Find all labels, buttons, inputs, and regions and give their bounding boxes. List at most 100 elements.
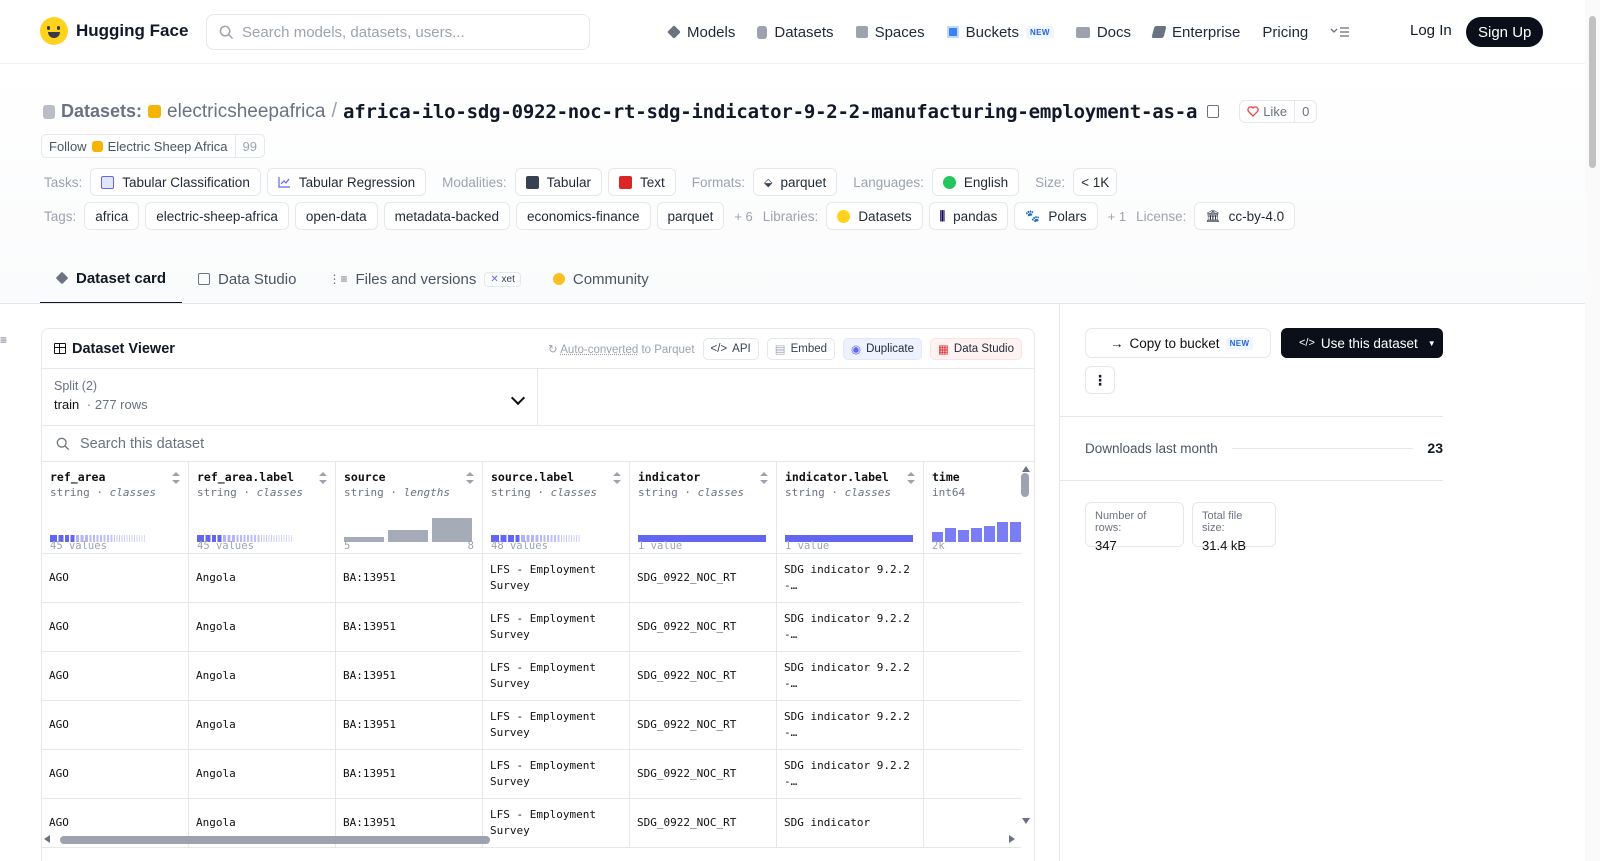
table-cell[interactable]: LFS - Employment Survey bbox=[483, 554, 629, 603]
nav-enterprise[interactable]: Enterprise bbox=[1151, 18, 1240, 46]
column-header[interactable]: indicator string · classes 1 value bbox=[630, 462, 776, 554]
table-cell[interactable]: AGO bbox=[42, 554, 188, 603]
library-chip[interactable]: ⫼ pandas bbox=[928, 202, 1009, 230]
table-cell[interactable]: Angola bbox=[189, 750, 335, 799]
column-header[interactable]: ref_area string · classes 45 values bbox=[42, 462, 188, 554]
more-options-button[interactable]: ⋮ bbox=[1085, 366, 1115, 394]
task-chip[interactable]: Tabular Regression bbox=[266, 168, 427, 196]
follow-button[interactable]: Follow Electric Sheep Africa 99 bbox=[41, 134, 265, 158]
sort-icon[interactable] bbox=[319, 472, 327, 484]
table-cell[interactable]: Angola bbox=[189, 554, 335, 603]
auto-converted-link[interactable]: Auto-converted bbox=[560, 344, 638, 356]
modality-chip[interactable]: Text bbox=[607, 168, 676, 196]
use-this-dataset-button[interactable]: </> Use this dataset ▼ bbox=[1281, 328, 1443, 358]
table-cell[interactable]: SDG indicator bbox=[777, 799, 923, 848]
nav-more-menu[interactable] bbox=[1330, 18, 1350, 46]
table-cell[interactable]: Angola bbox=[189, 652, 335, 701]
nav-models[interactable]: Models bbox=[667, 18, 735, 46]
nav-spaces[interactable]: Spaces bbox=[855, 18, 925, 46]
library-chip[interactable]: 🐾 Polars bbox=[1014, 202, 1098, 230]
nav-buckets[interactable]: Buckets NEW bbox=[946, 18, 1054, 46]
libraries-more[interactable]: + 1 bbox=[1108, 209, 1126, 224]
table-cell[interactable] bbox=[924, 750, 1021, 799]
table-cell[interactable]: AGO bbox=[42, 652, 188, 701]
table-cell[interactable]: AGO bbox=[42, 701, 188, 750]
nav-docs[interactable]: Docs bbox=[1075, 18, 1131, 46]
sort-icon[interactable] bbox=[172, 472, 180, 484]
table-cell[interactable]: SDG_0922_NOC_RT bbox=[630, 652, 776, 701]
dataset-name[interactable]: africa-ilo-sdg-0922-noc-rt-sdg-indicator… bbox=[343, 101, 1197, 123]
grid-horizontal-scrollbar-thumb[interactable] bbox=[60, 836, 490, 844]
nav-pricing[interactable]: Pricing bbox=[1262, 18, 1308, 46]
table-cell[interactable]: BA:13951 bbox=[336, 554, 482, 603]
table-cell[interactable]: SDG_0922_NOC_RT bbox=[630, 603, 776, 652]
tab-files-and-versions[interactable]: ⋮≡ Files and versions ✕ xet bbox=[312, 254, 536, 304]
tag-chip[interactable]: metadata-backed bbox=[383, 202, 510, 230]
scroll-down-arrow-icon[interactable] bbox=[1022, 818, 1030, 824]
modality-chip[interactable]: Tabular bbox=[514, 168, 602, 196]
signup-button[interactable]: Sign Up bbox=[1466, 17, 1544, 47]
table-cell[interactable]: SDG indicator 9.2.2 -… bbox=[777, 603, 923, 652]
duplicate-button[interactable]: ◉ Duplicate bbox=[843, 337, 923, 360]
table-cell[interactable] bbox=[924, 701, 1021, 750]
dataset-search-input[interactable] bbox=[80, 435, 580, 452]
table-cell[interactable]: SDG_0922_NOC_RT bbox=[630, 750, 776, 799]
login-link[interactable]: Log In bbox=[1410, 22, 1452, 39]
table-cell[interactable]: SDG indicator 9.2.2 -… bbox=[777, 701, 923, 750]
grid-vertical-scrollbar-thumb[interactable] bbox=[1021, 473, 1029, 497]
table-cell[interactable] bbox=[924, 554, 1021, 603]
sort-icon[interactable] bbox=[613, 472, 621, 484]
split-select[interactable]: Split (2) train · 277 rows bbox=[42, 369, 538, 425]
tab-community[interactable]: Community bbox=[537, 254, 665, 304]
column-header[interactable]: source.label string · classes 48 values bbox=[483, 462, 629, 554]
table-cell[interactable]: BA:13951 bbox=[336, 652, 482, 701]
column-header[interactable]: indicator.label string · classes 1 value bbox=[777, 462, 923, 554]
column-header[interactable]: time int64 2k bbox=[924, 462, 1021, 554]
sort-icon[interactable] bbox=[907, 472, 915, 484]
breadcrumb-datasets[interactable]: Datasets: bbox=[61, 101, 142, 122]
sort-icon[interactable] bbox=[466, 472, 474, 484]
table-cell[interactable]: AGO bbox=[42, 750, 188, 799]
sort-icon[interactable] bbox=[760, 472, 768, 484]
tag-chip[interactable]: economics-finance bbox=[515, 202, 651, 230]
license-chip[interactable]: 🏛 cc-by-4.0 bbox=[1194, 202, 1296, 230]
tag-chip[interactable]: parquet bbox=[656, 202, 725, 230]
dataset-search[interactable] bbox=[42, 426, 1034, 462]
table-cell[interactable]: LFS - Employment Survey bbox=[483, 603, 629, 652]
tab-data-studio[interactable]: Data Studio bbox=[182, 254, 312, 304]
table-cell[interactable]: LFS - Employment Survey bbox=[483, 750, 629, 799]
search-input[interactable] bbox=[242, 23, 562, 41]
table-cell[interactable]: SDG_0922_NOC_RT bbox=[630, 799, 776, 848]
library-chip[interactable]: Datasets bbox=[826, 202, 923, 230]
table-cell[interactable]: SDG indicator 9.2.2 -… bbox=[777, 750, 923, 799]
language-chip[interactable]: English bbox=[931, 168, 1020, 196]
column-header[interactable]: source string · lengths 5 8 bbox=[336, 462, 482, 554]
data-studio-button[interactable]: ▦ Data Studio bbox=[930, 337, 1022, 360]
global-search[interactable] bbox=[206, 14, 590, 50]
tab-dataset-card[interactable]: Dataset card bbox=[40, 254, 183, 304]
like-button[interactable]: Like 0 bbox=[1239, 100, 1318, 123]
table-cell[interactable]: LFS - Employment Survey bbox=[483, 701, 629, 750]
table-cell[interactable]: Angola bbox=[189, 603, 335, 652]
nav-datasets[interactable]: Datasets bbox=[757, 18, 834, 46]
table-cell[interactable]: SDG indicator 9.2.2 -… bbox=[777, 652, 923, 701]
table-cell[interactable]: Angola bbox=[189, 701, 335, 750]
scroll-left-arrow-icon[interactable] bbox=[44, 835, 50, 843]
table-cell[interactable]: BA:13951 bbox=[336, 603, 482, 652]
table-cell[interactable]: SDG_0922_NOC_RT bbox=[630, 701, 776, 750]
tag-chip[interactable]: africa bbox=[84, 202, 140, 230]
breadcrumb-org[interactable]: electricsheepafrica bbox=[167, 101, 325, 123]
copy-to-bucket-button[interactable]: → Copy to bucket NEW bbox=[1085, 328, 1271, 358]
table-cell[interactable]: SDG indicator 9.2.2 -… bbox=[777, 554, 923, 603]
page-scrollbar-thumb[interactable] bbox=[1589, 16, 1596, 168]
table-cell[interactable]: AGO bbox=[42, 603, 188, 652]
embed-button[interactable]: ▤ Embed bbox=[766, 337, 836, 360]
api-button[interactable]: </> API bbox=[702, 337, 759, 360]
task-chip[interactable]: Tabular Classification bbox=[90, 168, 261, 196]
table-cell[interactable]: SDG_0922_NOC_RT bbox=[630, 554, 776, 603]
table-cell[interactable]: BA:13951 bbox=[336, 701, 482, 750]
scroll-up-arrow-icon[interactable] bbox=[1022, 466, 1030, 472]
table-cell[interactable] bbox=[924, 799, 1021, 848]
table-cell[interactable] bbox=[924, 603, 1021, 652]
tag-chip[interactable]: open-data bbox=[294, 202, 378, 230]
